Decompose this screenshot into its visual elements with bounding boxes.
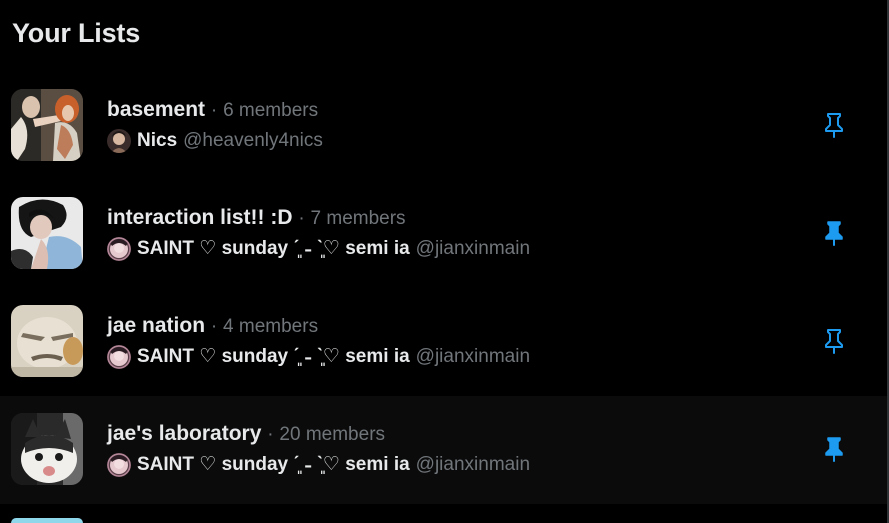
list-thumbnail (11, 197, 83, 269)
pin-button[interactable] (812, 429, 856, 469)
pin-filled-icon (825, 437, 843, 462)
list-title-line: jae nation · 4 members (107, 313, 318, 340)
pin-filled-icon (825, 221, 843, 246)
member-count: 6 members (223, 100, 319, 121)
avatar (107, 129, 131, 153)
section-title: Your Lists (12, 18, 141, 48)
owner-name[interactable]: SAINT ♡ sunday ˊ͈ ˗ ˋ͈♡ semi ia (137, 236, 410, 262)
separator-dot: · (267, 424, 274, 445)
list-title-line: interaction list!! :D · 7 members (107, 205, 406, 232)
list-item[interactable]: interaction list!! :D · 7 members SAINT … (0, 180, 887, 288)
pin-outline-icon (825, 329, 843, 354)
list-owner: Nics @heavenly4nics (107, 128, 323, 154)
separator-dot: · (298, 208, 305, 229)
member-count: 7 members (310, 208, 406, 229)
list-item[interactable]: jae's laboratory · 20 members SAINT ♡ su… (0, 396, 887, 504)
list-item[interactable]: basement · 6 members Nics @heavenly4nics (0, 72, 887, 180)
pin-button[interactable] (812, 213, 856, 253)
avatar (107, 345, 131, 369)
lists-container: basement · 6 members Nics @heavenly4nics (0, 72, 887, 504)
member-count: 20 members (279, 424, 386, 445)
list-title-line: basement · 6 members (107, 97, 318, 124)
member-count: 4 members (223, 316, 319, 337)
owner-handle[interactable]: @heavenly4nics (183, 128, 323, 154)
owner-handle[interactable]: @jianxinmain (416, 236, 530, 262)
separator-dot: · (210, 100, 218, 121)
list-name[interactable]: interaction list!! :D (107, 206, 293, 229)
list-title-line: jae's laboratory · 20 members (107, 421, 385, 448)
list-owner: SAINT ♡ sunday ˊ͈ ˗ ˋ͈♡ semi ia @jianxin… (107, 344, 530, 370)
list-owner: SAINT ♡ sunday ˊ͈ ˗ ˋ͈♡ semi ia @jianxin… (107, 236, 530, 262)
owner-handle[interactable]: @jianxinmain (416, 344, 530, 370)
list-owner: SAINT ♡ sunday ˊ͈ ˗ ˋ͈♡ semi ia @jianxin… (107, 452, 530, 478)
owner-name[interactable]: Nics (137, 128, 177, 154)
list-name[interactable]: jae's laboratory (107, 422, 261, 445)
avatar (107, 453, 131, 477)
pin-outline-icon (825, 113, 843, 138)
list-thumbnail (11, 89, 83, 161)
avatar (107, 237, 131, 261)
owner-handle[interactable]: @jianxinmain (416, 452, 530, 478)
pin-button[interactable] (812, 321, 856, 361)
owner-name[interactable]: SAINT ♡ sunday ˊ͈ ˗ ˋ͈♡ semi ia (137, 452, 410, 478)
lists-page: Your Lists basement · 6 members Nics @he… (0, 0, 889, 523)
next-list-thumbnail-partial (11, 518, 83, 523)
list-thumbnail (11, 305, 83, 377)
pin-button[interactable] (812, 105, 856, 145)
list-name[interactable]: jae nation (107, 314, 205, 337)
list-name[interactable]: basement (107, 98, 205, 121)
list-item[interactable]: jae nation · 4 members SAINT ♡ sunday ˊ͈… (0, 288, 887, 396)
list-thumbnail (11, 413, 83, 485)
owner-name[interactable]: SAINT ♡ sunday ˊ͈ ˗ ˋ͈♡ semi ia (137, 344, 410, 370)
separator-dot: · (210, 316, 218, 337)
